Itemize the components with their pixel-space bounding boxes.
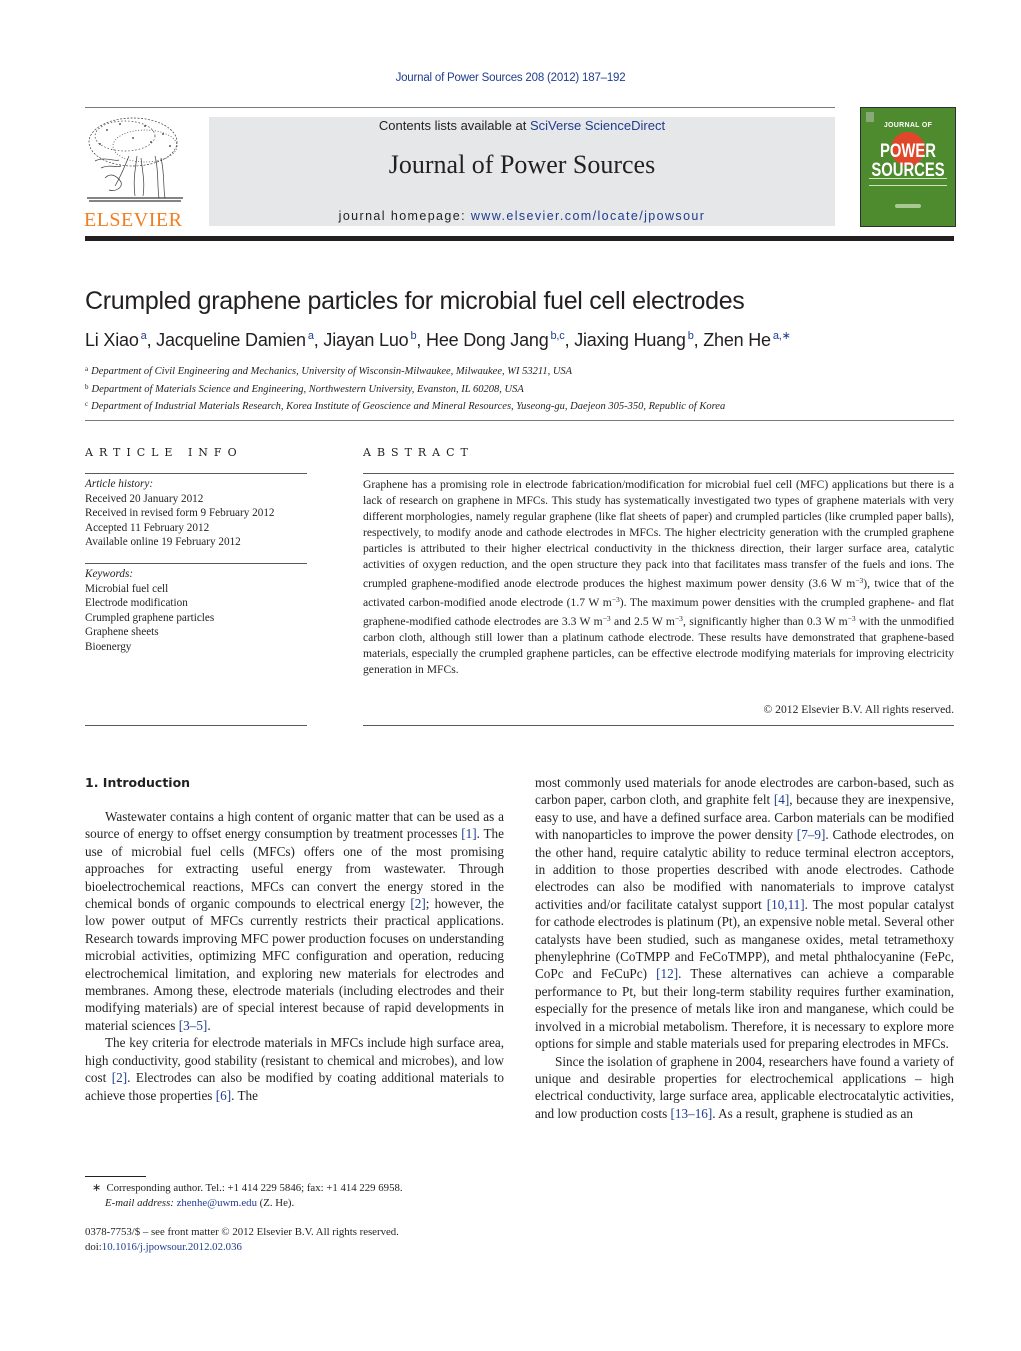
email-link[interactable]: zhenhe@uwm.edu	[177, 1197, 257, 1209]
keyword: Graphene sheets	[85, 626, 159, 638]
keywords: Keywords: Microbial fuel cell Electrode …	[85, 567, 307, 654]
article-info-rule	[85, 473, 307, 474]
cover-publisher-mark	[895, 204, 921, 208]
citation-link[interactable]: [10,11]	[767, 897, 805, 912]
header-thick-rule	[85, 236, 954, 241]
front-matter: 0378-7753/$ – see front matter © 2012 El…	[85, 1225, 515, 1254]
keyword: Microbial fuel cell	[85, 582, 169, 595]
history-item: Received 20 January 2012	[85, 492, 204, 505]
contents-prefix: Contents lists available at	[378, 118, 530, 133]
journal-banner: Contents lists available at SciVerse Sci…	[209, 117, 835, 226]
footnote-rule	[85, 1176, 146, 1177]
author[interactable]: Zhen He a,∗	[703, 330, 791, 350]
citation-link[interactable]: [3–5]	[179, 1018, 208, 1033]
abstract-rule	[363, 473, 954, 474]
paragraph: Wastewater contains a high content of or…	[85, 809, 504, 1033]
journal-reference[interactable]: Journal of Power Sources 208 (2012) 187–…	[0, 72, 1021, 84]
affiliation: a Department of Civil Engineering and Mec…	[85, 365, 573, 377]
abstract-bottom-rule	[363, 725, 954, 726]
corresponding-author-footnote: ∗ Corresponding author. Tel.: +1 414 229…	[92, 1181, 512, 1210]
front-matter-line: 0378-7753/$ – see front matter © 2012 El…	[85, 1226, 399, 1238]
article-title: Crumpled graphene particles for microbia…	[85, 287, 745, 315]
header-rule	[85, 107, 835, 108]
body-column-right: most commonly used materials for anode e…	[535, 774, 954, 1122]
citation-link[interactable]: [7–9]	[797, 827, 826, 842]
history-item: Accepted 11 February 2012	[85, 521, 210, 534]
journal-cover-thumbnail[interactable]: JOURNAL OF POWER SOURCES	[860, 107, 956, 227]
article-history: Article history: Received 20 January 201…	[85, 477, 307, 550]
cover-subtitle-lines	[869, 178, 947, 186]
affiliation: c Department of Industrial Materials Rese…	[85, 400, 726, 412]
cover-emblem-icon	[866, 112, 874, 122]
section-heading-introduction: 1. Introduction	[85, 775, 191, 790]
article-info-heading: ARTICLE INFO	[85, 446, 243, 459]
citation-link[interactable]: [13–16]	[671, 1106, 713, 1121]
elsevier-logo[interactable]: ELSEVIER	[84, 116, 204, 231]
article-info-bottom-rule	[85, 725, 307, 726]
title-block-rule	[85, 420, 954, 421]
citation-link[interactable]: [12]	[656, 966, 678, 981]
abstract-heading: ABSTRACT	[363, 446, 474, 459]
sciencedirect-link[interactable]: SciVerse ScienceDirect	[530, 118, 665, 133]
author[interactable]: Li Xiao a	[85, 330, 147, 350]
affiliations: a Department of Civil Engineering and Mec…	[85, 362, 725, 415]
elsevier-tree-icon	[85, 116, 185, 204]
author[interactable]: Hee Dong Jang b,c	[426, 330, 565, 350]
paragraph: Since the isolation of graphene in 2004,…	[535, 1053, 954, 1121]
journal-title: Journal of Power Sources	[388, 150, 656, 179]
homepage-line: journal homepage: www.elsevier.com/locat…	[209, 209, 835, 223]
doi-link[interactable]: 10.1016/j.jpowsour.2012.02.036	[102, 1241, 242, 1253]
abstract-copyright: © 2012 Elsevier B.V. All rights reserved…	[763, 703, 954, 716]
history-item: Available online 19 February 2012	[85, 536, 241, 548]
contents-line: Contents lists available at SciVerse Sci…	[209, 118, 835, 133]
citation-link[interactable]: [1]	[461, 826, 476, 841]
citation-link[interactable]: [6]	[216, 1088, 231, 1103]
author[interactable]: Jacqueline Damien a	[156, 330, 314, 350]
cover-main-text: POWER SOURCES	[871, 141, 945, 181]
keyword: Crumpled graphene particles	[85, 611, 215, 624]
citation-link[interactable]: [2]	[410, 896, 425, 911]
homepage-link[interactable]: www.elsevier.com/locate/jpowsour	[471, 209, 705, 223]
doi-line: doi:10.1016/j.jpowsour.2012.02.036	[85, 1240, 242, 1253]
affiliation: b Department of Materials Science and Eng…	[85, 382, 524, 395]
body-column-left: Wastewater contains a high content of or…	[85, 808, 504, 1104]
citation-link[interactable]: [2]	[112, 1070, 127, 1085]
email-line: E-mail address: zhenhe@uwm.edu (Z. He).	[105, 1196, 295, 1209]
keywords-rule	[85, 563, 307, 564]
article-history-label: Article history:	[85, 478, 154, 490]
citation-link[interactable]: [4]	[774, 792, 789, 807]
author-list: Li Xiao a, Jacqueline Damien a, Jiayan Luo…	[85, 330, 791, 350]
abstract-text: Graphene has a promising role in electro…	[363, 478, 955, 676]
history-item: Received in revised form 9 February 2012	[85, 507, 275, 519]
homepage-prefix: journal homepage:	[338, 209, 471, 223]
keyword: Electrode modification	[85, 597, 188, 609]
elsevier-wordmark: ELSEVIER	[84, 209, 183, 231]
corresponding-author-line: ∗ Corresponding author. Tel.: +1 414 229…	[92, 1182, 403, 1194]
keywords-label: Keywords:	[85, 568, 134, 580]
journal-reference-link[interactable]: Journal of Power Sources 208 (2012) 187–…	[396, 72, 626, 84]
paragraph: The key criteria for electrode materials…	[85, 1035, 504, 1103]
paragraph: most commonly used materials for anode e…	[535, 775, 954, 1052]
author[interactable]: Jiaxing Huang b	[574, 330, 694, 350]
author[interactable]: Jiayan Luo b	[323, 330, 416, 350]
keyword: Bioenergy	[85, 640, 132, 653]
